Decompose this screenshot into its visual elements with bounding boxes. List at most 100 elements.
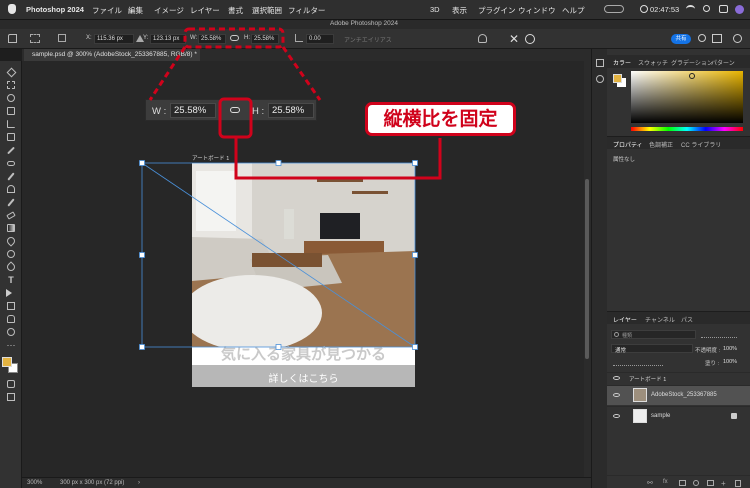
blend-mode-select[interactable]: 通常 xyxy=(611,344,693,354)
lock-icons[interactable] xyxy=(613,360,663,366)
layer-filter-icons[interactable] xyxy=(701,331,737,338)
status-chevron-icon[interactable]: › xyxy=(138,480,140,486)
menu-image[interactable]: イメージ xyxy=(154,5,184,16)
zoom-link-aspect-icon[interactable] xyxy=(230,107,240,113)
new-group-icon[interactable] xyxy=(707,480,714,486)
app-name-menu[interactable]: Photoshop 2024 xyxy=(26,5,84,14)
h-field[interactable]: 25.58% xyxy=(251,34,279,44)
eyedropper-tool-icon[interactable] xyxy=(5,145,17,155)
home-icon[interactable] xyxy=(8,34,17,43)
color-picker-field[interactable] xyxy=(631,71,743,123)
adjustment-layer-icon[interactable] xyxy=(693,480,699,486)
scrollbar-thumb[interactable] xyxy=(585,179,589,359)
rectangle-tool-icon[interactable] xyxy=(5,301,17,311)
transform-bounding-box[interactable] xyxy=(122,151,522,451)
x-field[interactable]: 115.36 px xyxy=(94,34,134,44)
tab-patterns[interactable]: パターン xyxy=(711,58,735,67)
visibility-eye-icon[interactable] xyxy=(613,393,620,397)
more-tools-icon[interactable]: ··· xyxy=(5,340,17,350)
healing-brush-tool-icon[interactable] xyxy=(5,158,17,168)
menu-select[interactable]: 選択範囲 xyxy=(252,5,282,16)
search-icon[interactable] xyxy=(703,5,710,12)
tab-adjustments[interactable]: 色調補正 xyxy=(649,140,673,149)
tab-paths[interactable]: パス xyxy=(681,315,693,324)
fx-icon[interactable]: fx xyxy=(663,479,668,485)
new-layer-icon[interactable]: + xyxy=(721,479,726,488)
menu-file[interactable]: ファイル xyxy=(92,5,122,16)
transform-tool-icon[interactable] xyxy=(30,34,40,43)
menu-layer[interactable]: レイヤー xyxy=(190,5,220,16)
tab-layers[interactable]: レイヤー xyxy=(613,315,637,324)
menu-3d[interactable]: 3D xyxy=(430,5,440,14)
move-tool-icon[interactable] xyxy=(5,67,17,77)
reference-point-icon[interactable] xyxy=(58,34,66,42)
type-tool-icon[interactable]: T xyxy=(5,275,17,285)
tab-channels[interactable]: チャンネル xyxy=(645,315,675,324)
share-button[interactable]: 共有 xyxy=(671,34,691,44)
puppet-warp-icon[interactable] xyxy=(478,34,487,43)
visibility-eye-icon[interactable] xyxy=(613,376,620,380)
layer-row[interactable]: sample xyxy=(607,406,750,426)
menu-plugins[interactable]: プラグイン xyxy=(478,5,516,16)
delete-layer-icon[interactable] xyxy=(735,480,741,487)
siri-icon[interactable] xyxy=(735,5,744,14)
w-field[interactable]: 25.58% xyxy=(198,34,226,44)
mask-icon[interactable] xyxy=(679,480,686,486)
screen-mode-icon[interactable] xyxy=(5,392,17,402)
adjust-panel-icon[interactable] xyxy=(596,75,604,83)
eraser-tool-icon[interactable] xyxy=(5,210,17,220)
workspace-icon[interactable] xyxy=(712,34,722,43)
fill-field[interactable]: 100% xyxy=(723,359,737,365)
tab-cc-libraries[interactable]: CC ライブラリ xyxy=(681,140,721,149)
marquee-tool-icon[interactable] xyxy=(5,80,17,90)
control-center-icon[interactable] xyxy=(719,5,728,13)
tab-gradients[interactable]: グラデーション xyxy=(671,58,713,67)
zoom-h-field[interactable]: 25.58% xyxy=(268,103,314,118)
path-select-tool-icon[interactable] xyxy=(5,288,17,298)
link-aspect-icon[interactable] xyxy=(230,35,239,41)
crop-tool-icon[interactable] xyxy=(5,119,17,129)
history-brush-tool-icon[interactable] xyxy=(5,197,17,207)
cancel-transform-icon[interactable]: ✕ xyxy=(509,32,519,46)
antialias-checkbox[interactable]: アンチエイリアス xyxy=(344,35,392,44)
link-layers-icon[interactable]: ⚯ xyxy=(647,479,653,487)
layer-filter-search[interactable]: 種類 xyxy=(611,330,696,339)
brush-tool-icon[interactable] xyxy=(5,171,17,181)
apple-icon[interactable] xyxy=(8,4,16,14)
layer-group-row[interactable]: アートボード 1 xyxy=(607,372,750,384)
layer-row-selected[interactable]: AdobeStock_253367885 xyxy=(607,385,750,405)
history-panel-icon[interactable] xyxy=(596,59,604,67)
lasso-tool-icon[interactable] xyxy=(5,93,17,103)
object-select-tool-icon[interactable] xyxy=(5,106,17,116)
gradient-tool-icon[interactable] xyxy=(5,223,17,233)
quick-mask-icon[interactable] xyxy=(5,379,17,389)
help-search-icon[interactable] xyxy=(698,34,706,42)
dodge-tool-icon[interactable] xyxy=(5,249,17,259)
tab-swatches[interactable]: スウォッチ xyxy=(638,58,668,67)
menu-help[interactable]: ヘルプ xyxy=(562,5,585,16)
menu-view[interactable]: 表示 xyxy=(452,5,467,16)
color-fg-swatch[interactable] xyxy=(613,74,622,83)
angle-field[interactable]: 0.00 xyxy=(306,34,334,44)
frame-tool-icon[interactable] xyxy=(5,132,17,142)
hand-tool-icon[interactable] xyxy=(5,314,17,324)
zoom-level[interactable]: 300% xyxy=(27,480,42,486)
pen-tool-icon[interactable] xyxy=(5,261,17,273)
document-size[interactable]: 300 px x 300 px (72 ppi) xyxy=(60,480,124,486)
y-field[interactable]: 123.13 px xyxy=(150,34,186,44)
stamp-tool-icon[interactable] xyxy=(5,184,17,194)
zoom-w-field[interactable]: 25.58% xyxy=(170,103,216,118)
document-tab[interactable]: sample.psd @ 300% (AdobeStock_253367885,… xyxy=(24,49,200,61)
color-picker-cursor[interactable] xyxy=(689,73,695,79)
visibility-eye-icon[interactable] xyxy=(613,414,620,418)
opacity-field[interactable]: 100% xyxy=(723,346,737,352)
menu-type[interactable]: 書式 xyxy=(228,5,243,16)
tab-color[interactable]: カラー xyxy=(613,58,631,67)
discover-icon[interactable] xyxy=(733,34,742,43)
blur-tool-icon[interactable] xyxy=(5,235,17,247)
menu-filter[interactable]: フィルター xyxy=(288,5,325,16)
hue-slider[interactable] xyxy=(631,127,743,131)
tab-properties[interactable]: プロパティ xyxy=(613,140,643,149)
foreground-color-swatch[interactable] xyxy=(2,357,12,367)
menu-window[interactable]: ウィンドウ xyxy=(518,5,556,16)
